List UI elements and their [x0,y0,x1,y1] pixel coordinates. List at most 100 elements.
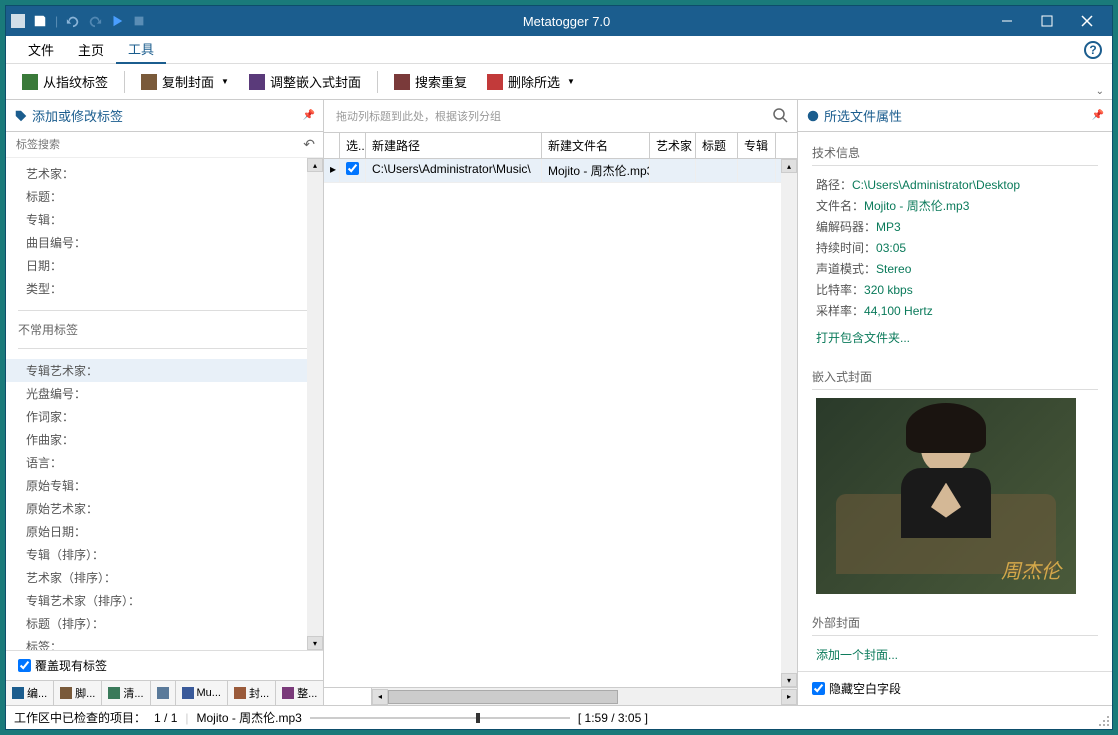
playback-progress[interactable] [310,717,570,719]
hide-empty-checkbox[interactable] [812,682,825,695]
toolbar-separator [124,71,125,93]
resize-grip[interactable] [1098,715,1110,727]
cover-caption: 周杰伦 [1001,555,1061,584]
hide-empty-label: 隐藏空白字段 [829,680,901,697]
redo-icon[interactable] [88,14,102,28]
adjust-cover-button[interactable]: 调整嵌入式封面 [241,68,369,95]
tag-albumartist-sort[interactable]: 专辑艺术家（排序）： [6,589,323,612]
qat-sep: | [55,14,58,28]
tag-search-input[interactable] [14,137,303,153]
tag-album-sort[interactable]: 专辑（排序）： [6,543,323,566]
chevron-down-icon[interactable]: ▼ [567,77,575,86]
prop-samplerate: 采样率：44,100 Hertz [812,300,1098,321]
tab-script[interactable]: 脚... [54,681,102,705]
row-checkbox[interactable] [346,162,359,175]
tag-label[interactable]: 标签： [6,635,323,650]
ribbon-expand-icon[interactable]: ⌄ [1096,86,1104,97]
status-time: [ 1:59 / 3:05 ] [578,711,648,725]
play-icon[interactable] [110,14,124,28]
help-icon[interactable]: ? [1084,41,1102,59]
menu-file[interactable]: 文件 [16,36,66,63]
tag-orig-date[interactable]: 原始日期： [6,520,323,543]
grid-hscrollbar[interactable]: ◂ ▸ [372,688,797,705]
left-panel-title: 添加或修改标签 [32,106,123,125]
tab-edit[interactable]: 编... [6,681,54,705]
cell-filename[interactable]: Mojito - 周杰伦.mp3 [542,159,650,182]
tag-track[interactable]: 曲目编号： [6,231,323,254]
toolbar-separator [377,71,378,93]
open-folder-link[interactable]: 打开包含文件夹... [812,327,1098,348]
prop-filename: 文件名：Mojito - 周杰伦.mp3 [812,195,1098,216]
delete-selected-button[interactable]: 删除所选▼ [479,68,583,95]
chevron-down-icon[interactable]: ▼ [221,77,229,86]
embedded-cover-image[interactable]: 周杰伦 [816,398,1076,594]
col-album[interactable]: 专辑 [738,133,776,158]
search-icon[interactable] [773,108,789,124]
cell-album[interactable] [738,159,776,182]
tag-scrollbar[interactable]: ▴ ▾ [307,158,323,650]
status-count: 1 / 1 [154,711,177,725]
from-fingerprint-button[interactable]: 从指纹标签 [14,68,116,95]
progress-thumb[interactable] [476,713,480,723]
tag-artist-sort[interactable]: 艺术家（排序）： [6,566,323,589]
minimize-button[interactable] [987,7,1027,35]
undo-icon[interactable] [66,14,80,28]
scroll-down-button[interactable]: ▾ [781,673,797,687]
add-cover-link[interactable]: 添加一个封面... [812,644,1098,665]
col-filename[interactable]: 新建文件名 [542,133,650,158]
hscroll-track[interactable] [388,689,781,705]
col-select[interactable]: 选... [340,133,366,158]
stop-icon[interactable] [132,14,146,28]
save-icon[interactable] [33,14,47,28]
menu-tools[interactable]: 工具 [116,35,166,64]
pin-icon[interactable]: 📌 [1092,110,1104,121]
col-path[interactable]: 新建路径 [366,133,542,158]
tag-date[interactable]: 日期： [6,254,323,277]
tag-composer[interactable]: 作曲家： [6,428,323,451]
uncommon-tags-header: 不常用标签 [6,317,323,342]
tag-divider [18,310,311,311]
col-title[interactable]: 标题 [696,133,738,158]
tab-cover[interactable]: 封... [228,681,276,705]
scroll-down-button[interactable]: ▾ [307,636,323,650]
tag-filter-row: ↶ [6,132,323,158]
scroll-up-button[interactable]: ▴ [781,159,797,173]
tag-album[interactable]: 专辑： [6,208,323,231]
close-button[interactable] [1067,7,1107,35]
tag-language[interactable]: 语言： [6,451,323,474]
tab-clean[interactable]: 清... [102,681,150,705]
right-panel-title: 所选文件属性 [824,106,902,125]
cell-title[interactable] [696,159,738,182]
tag-lyricist[interactable]: 作词家： [6,405,323,428]
tag-artist[interactable]: 艺术家： [6,162,323,185]
tag-album-artist[interactable]: 专辑艺术家： [6,359,323,382]
cell-artist[interactable] [650,159,696,182]
undo-filter-icon[interactable]: ↶ [303,136,315,153]
row-indicator: ▸ [324,159,340,182]
grid-vscrollbar[interactable]: ▴ ▾ [781,159,797,687]
tag-disc[interactable]: 光盘编号： [6,382,323,405]
menu-home[interactable]: 主页 [66,36,116,63]
overwrite-checkbox[interactable] [18,659,31,672]
tag-orig-album[interactable]: 原始专辑： [6,474,323,497]
maximize-button[interactable] [1027,7,1067,35]
scroll-right-button[interactable]: ▸ [781,689,797,705]
pin-icon[interactable]: 📌 [303,110,315,121]
tab-adjust[interactable]: 整... [276,681,323,705]
search-dup-button[interactable]: 搜索重复 [386,68,475,95]
col-row-indicator [324,133,340,158]
hscroll-thumb[interactable] [388,690,618,704]
table-row[interactable]: ▸ C:\Users\Administrator\Music\ Mojito -… [324,159,797,183]
copy-cover-button[interactable]: 复制封面▼ [133,68,237,95]
tag-genre[interactable]: 类型： [6,277,323,300]
scroll-left-button[interactable]: ◂ [372,689,388,705]
tab-music[interactable]: Mu... [176,681,228,705]
col-artist[interactable]: 艺术家 [650,133,696,158]
tab-spacer[interactable] [151,681,176,705]
tag-title[interactable]: 标题： [6,185,323,208]
clean-icon [108,687,120,699]
tag-orig-artist[interactable]: 原始艺术家： [6,497,323,520]
tag-title-sort[interactable]: 标题（排序）： [6,612,323,635]
cell-path[interactable]: C:\Users\Administrator\Music\ [366,159,542,182]
scroll-up-button[interactable]: ▴ [307,158,323,172]
